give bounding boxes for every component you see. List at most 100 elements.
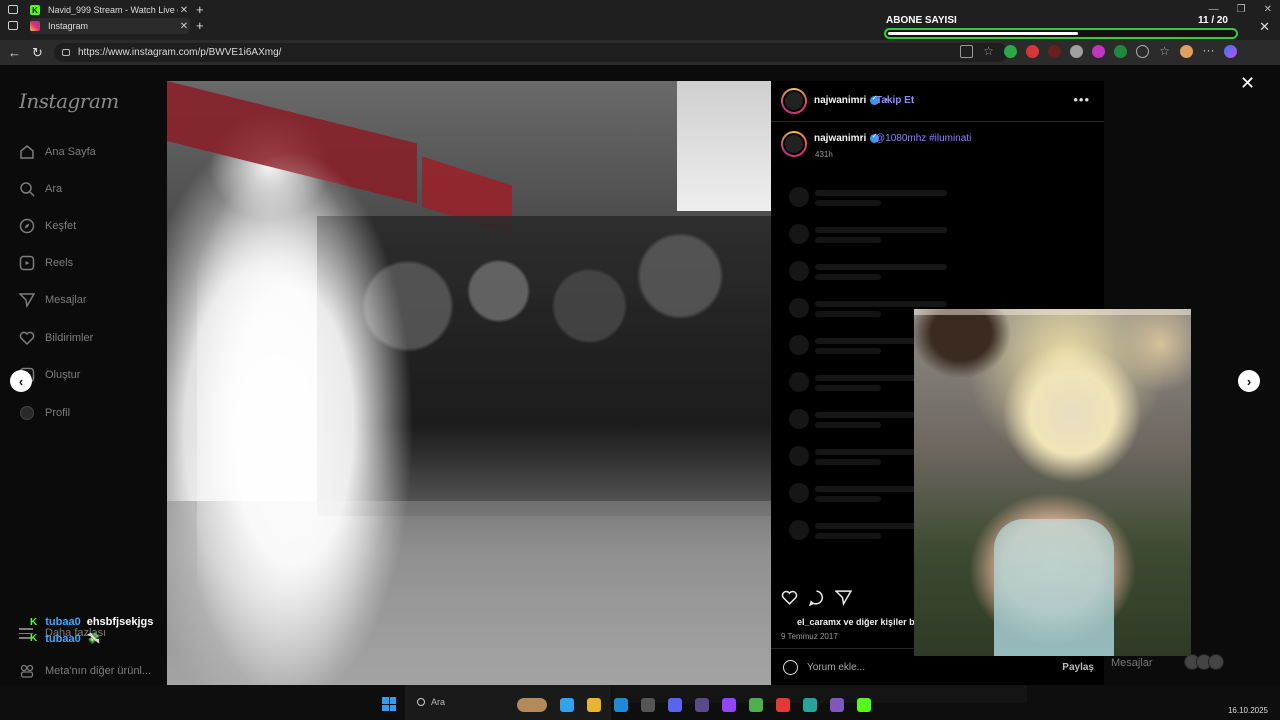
- comment-input[interactable]: [807, 660, 1007, 675]
- sidebar-item-explore[interactable]: Keşfet: [19, 218, 76, 234]
- chat-text: 💸: [86, 633, 101, 645]
- share-send-icon[interactable]: [835, 589, 852, 606]
- copilot-icon[interactable]: [1224, 45, 1237, 58]
- post-image[interactable]: [167, 81, 771, 685]
- chat-username: tubaa0: [45, 616, 81, 628]
- glowing-figure-shape: [197, 111, 437, 685]
- stream-chat-message: K tubaa0 💸: [30, 632, 101, 646]
- extension-shield-icon[interactable]: [1004, 45, 1017, 58]
- close-tab-group-icon[interactable]: ✕: [1259, 19, 1270, 35]
- author-avatar[interactable]: [781, 88, 807, 114]
- profile-avatar-icon[interactable]: [1180, 45, 1193, 58]
- emoji-icon[interactable]: [783, 660, 798, 675]
- extensions-toolbar: ☆ ☆ ···: [960, 44, 1237, 58]
- sidebar-item-profile[interactable]: Profil: [19, 405, 70, 421]
- sidebar-item-home[interactable]: Ana Sayfa: [19, 144, 96, 160]
- url-text: https://www.instagram.com/p/BWVE1i6AXmg/: [78, 47, 282, 58]
- app-icon[interactable]: [695, 698, 709, 712]
- site-info-icon[interactable]: [62, 49, 70, 56]
- menu-dots-icon[interactable]: ···: [1202, 44, 1215, 58]
- subscriber-goal-fill: [888, 32, 1078, 35]
- extension-badge-icon[interactable]: [1048, 45, 1061, 58]
- extensions-puzzle-icon[interactable]: [1136, 45, 1149, 58]
- tab-instagram[interactable]: Instagram ✕: [30, 18, 190, 34]
- video-figure-shape: [994, 519, 1114, 656]
- reels-icon: [19, 255, 35, 271]
- twitch-icon[interactable]: [722, 698, 736, 712]
- windows-taskbar: Ara 16.10.2025: [0, 685, 1280, 720]
- taskbar-search-placeholder: Ara: [431, 697, 446, 707]
- windows-start-icon[interactable]: [382, 697, 396, 711]
- file-explorer-icon[interactable]: [587, 698, 601, 712]
- subscriber-goal-label: ABONE SAYISI: [886, 15, 957, 26]
- workspaces-icon[interactable]: [8, 21, 18, 30]
- new-tab-icon[interactable]: +: [196, 19, 204, 32]
- sidebar-item-notifications[interactable]: Bildirimler: [19, 330, 93, 346]
- compass-icon: [19, 218, 35, 234]
- meta-grid-icon: [19, 663, 35, 679]
- tab-title: Instagram: [48, 21, 89, 31]
- app-icon[interactable]: [830, 698, 844, 712]
- address-bar: ← ↻ https://www.instagram.com/p/BWVE1i6A…: [0, 40, 1280, 65]
- post-actions: [781, 589, 852, 606]
- github-icon[interactable]: [641, 698, 655, 712]
- browser-titlebar: K Navid_999 Stream - Watch Live o ✕ Inst…: [0, 0, 1280, 40]
- follow-button[interactable]: Takip Et: [876, 95, 914, 106]
- maximize-icon[interactable]: ❐: [1237, 4, 1246, 15]
- extension-face-icon[interactable]: [1070, 45, 1083, 58]
- app-icon[interactable]: [803, 698, 817, 712]
- url-field[interactable]: https://www.instagram.com/p/BWVE1i6AXmg/: [54, 43, 1008, 62]
- caption-avatar[interactable]: [781, 131, 807, 157]
- refresh-icon[interactable]: ↻: [32, 45, 43, 61]
- sidebar-item-reels[interactable]: Reels: [19, 255, 73, 271]
- close-tab-icon[interactable]: ✕: [178, 21, 190, 32]
- extension-purple-icon[interactable]: [1092, 45, 1105, 58]
- split-screen-icon[interactable]: [960, 45, 973, 58]
- discord-icon[interactable]: [668, 698, 682, 712]
- window-close-icon[interactable]: ✕: [1264, 4, 1272, 15]
- minimize-icon[interactable]: —: [1209, 4, 1219, 15]
- more-options-icon[interactable]: •••: [1073, 92, 1090, 107]
- like-heart-icon[interactable]: [781, 589, 798, 606]
- likes-text[interactable]: el_caramx ve diğer kişiler be: [797, 617, 920, 627]
- subscriber-goal-bar: [884, 28, 1238, 39]
- chrome-icon[interactable]: [749, 698, 763, 712]
- edge-icon[interactable]: [614, 698, 628, 712]
- widgets-icon[interactable]: [517, 698, 547, 712]
- sidebar-item-messages[interactable]: Mesajlar: [19, 292, 87, 308]
- previous-post-icon[interactable]: ‹: [10, 370, 32, 392]
- back-icon[interactable]: ←: [8, 45, 21, 60]
- sidebar-item-label: Ara: [45, 183, 63, 195]
- messages-label[interactable]: Mesajlar: [1111, 657, 1153, 669]
- author-username-text: najwanimri: [814, 95, 867, 106]
- caption-text[interactable]: @1080mhz #iluminati: [875, 133, 971, 144]
- heart-icon: [19, 330, 35, 346]
- caption-username[interactable]: najwanimri: [814, 132, 880, 144]
- sidebar-item-search[interactable]: Ara: [19, 181, 62, 197]
- subscriber-goal-widget: ABONE SAYISI 11 / 20: [884, 14, 1240, 40]
- favorite-star-icon[interactable]: ☆: [982, 45, 995, 58]
- kick-app-icon[interactable]: [857, 698, 871, 712]
- sidebar-item-label: Ana Sayfa: [45, 146, 96, 158]
- favorites-icon[interactable]: ☆: [1158, 45, 1171, 58]
- extension-green-icon[interactable]: [1114, 45, 1127, 58]
- meta-products-label: Meta'nın diğer ürünl...: [45, 665, 152, 677]
- instagram-logo[interactable]: Instagram: [19, 89, 119, 113]
- meta-products-link[interactable]: Meta'nın diğer ürünl...: [19, 663, 151, 679]
- shield-app-icon[interactable]: [776, 698, 790, 712]
- close-tab-icon[interactable]: ✕: [178, 5, 190, 16]
- search-icon: [19, 181, 35, 197]
- close-post-icon[interactable]: ✕: [1240, 74, 1255, 92]
- stream-chat-message: K tubaa0 ehsbfjsekjgs: [30, 616, 153, 628]
- next-post-icon[interactable]: ›: [1238, 370, 1260, 392]
- post-comment-button[interactable]: Paylaş: [1062, 662, 1094, 673]
- messages-avatars: [1184, 654, 1224, 670]
- tab-title: Navid_999 Stream - Watch Live o: [48, 5, 178, 15]
- comment-icon[interactable]: [808, 589, 825, 606]
- search-icon: [417, 698, 425, 706]
- tab-actions-icon[interactable]: [8, 5, 18, 14]
- tab-stream[interactable]: K Navid_999 Stream - Watch Live o ✕: [30, 2, 190, 18]
- vscode-icon[interactable]: [560, 698, 574, 712]
- new-tab-icon[interactable]: +: [196, 3, 204, 16]
- extension-red-icon[interactable]: [1026, 45, 1039, 58]
